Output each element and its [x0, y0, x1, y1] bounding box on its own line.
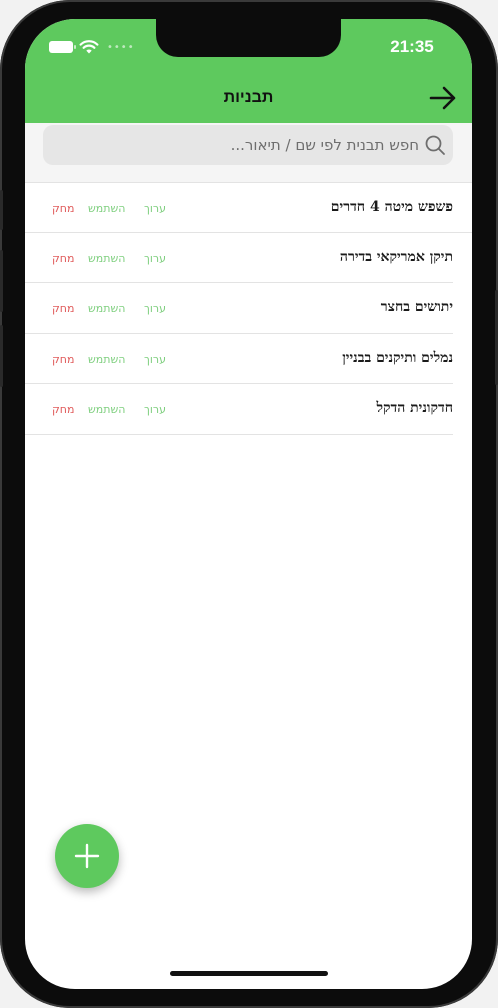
- volume-down-button: [0, 325, 3, 387]
- delete-button[interactable]: מחק: [52, 403, 88, 416]
- template-name: תיקן אמריקאי בדירה: [339, 248, 453, 265]
- arrow-right-icon: [429, 86, 456, 110]
- delete-button[interactable]: מחק: [52, 353, 88, 366]
- list-item: פשפש מיטה 4 חדרים מחק השתמש ערוך: [25, 182, 472, 233]
- list-item: נמלים ותיקנים בבניין מחק השתמש ערוך: [25, 334, 453, 384]
- use-button[interactable]: השתמש: [88, 403, 144, 416]
- edit-button[interactable]: ערוך: [144, 252, 166, 265]
- template-name: פשפש מיטה 4 חדרים: [330, 199, 453, 215]
- item-actions: מחק השתמש ערוך: [52, 302, 166, 315]
- battery-icon: [49, 41, 76, 53]
- app-header: •••• 21:35 תבניות: [25, 19, 472, 123]
- add-template-button[interactable]: [55, 824, 119, 888]
- use-button[interactable]: השתמש: [88, 302, 144, 315]
- home-indicator[interactable]: [170, 971, 328, 976]
- item-actions: מחק השתמש ערוך: [52, 202, 166, 215]
- delete-button[interactable]: מחק: [52, 202, 88, 215]
- item-actions: מחק השתמש ערוך: [52, 403, 166, 416]
- edit-button[interactable]: ערוך: [144, 302, 166, 315]
- template-name: חדקונית הדקל: [376, 400, 453, 416]
- template-name: נמלים ותיקנים בבניין: [342, 349, 453, 366]
- silent-switch: [0, 190, 3, 230]
- list-item: תיקן אמריקאי בדירה מחק השתמש ערוך: [25, 233, 453, 283]
- signal-icon: ••••: [107, 41, 135, 53]
- list-item: חדקונית הדקל מחק השתמש ערוך: [25, 384, 453, 435]
- use-button[interactable]: השתמש: [88, 252, 144, 265]
- item-actions: מחק השתמש ערוך: [52, 252, 166, 265]
- templates-list: פשפש מיטה 4 חדרים מחק השתמש ערוך תיקן אמ…: [25, 182, 472, 435]
- volume-up-button: [0, 250, 3, 312]
- item-actions: מחק השתמש ערוך: [52, 353, 166, 366]
- delete-button[interactable]: מחק: [52, 252, 88, 265]
- list-item: יתושים בחצר מחק השתמש ערוך: [25, 283, 453, 334]
- use-button[interactable]: השתמש: [88, 353, 144, 366]
- edit-button[interactable]: ערוך: [144, 403, 166, 416]
- use-button[interactable]: השתמש: [88, 202, 144, 215]
- search-bar: [25, 123, 472, 183]
- search-icon: [425, 135, 445, 155]
- status-icons: ••••: [49, 39, 135, 55]
- back-button[interactable]: [428, 85, 458, 111]
- notch: [156, 19, 341, 57]
- wifi-icon: [79, 39, 99, 53]
- template-name: יתושים בחצר: [380, 299, 453, 315]
- edit-button[interactable]: ערוך: [144, 202, 166, 215]
- plus-icon: [74, 843, 100, 869]
- phone-frame: •••• 21:35 תבניות פשפש מיטה 4: [0, 0, 498, 1008]
- edit-button[interactable]: ערוך: [144, 353, 166, 366]
- search-box[interactable]: [43, 125, 453, 165]
- screen: •••• 21:35 תבניות פשפש מיטה 4: [25, 19, 472, 989]
- search-input[interactable]: [63, 127, 423, 163]
- delete-button[interactable]: מחק: [52, 302, 88, 315]
- page-title: תבניות: [223, 89, 274, 106]
- status-time: 21:35: [390, 37, 434, 56]
